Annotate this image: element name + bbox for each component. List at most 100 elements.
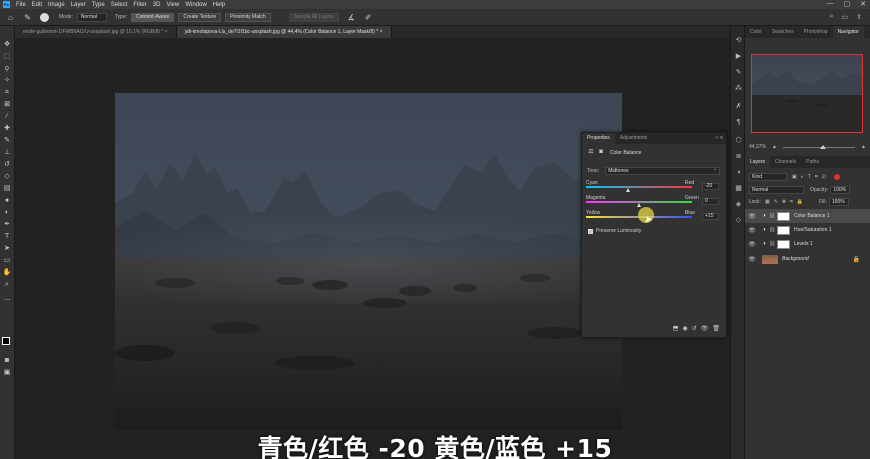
link-icon[interactable]: ⛓ bbox=[769, 241, 775, 247]
menu-view[interactable]: View bbox=[166, 2, 179, 8]
pressure-icon[interactable]: ✐ bbox=[364, 13, 373, 22]
visibility-eye-icon[interactable]: 👁 bbox=[745, 227, 759, 234]
tab-color[interactable]: Color bbox=[745, 26, 767, 38]
more-tools-icon[interactable]: ⋯ bbox=[2, 296, 12, 306]
channels-icon[interactable]: ◈ bbox=[734, 200, 743, 209]
menu-image[interactable]: Image bbox=[48, 2, 65, 8]
type-tool-icon[interactable]: T bbox=[2, 232, 12, 242]
brush-tool-icon[interactable]: ✎ bbox=[2, 136, 12, 146]
menu-help[interactable]: Help bbox=[213, 2, 225, 8]
delete-icon[interactable]: 🗑 bbox=[712, 325, 720, 332]
menu-edit[interactable]: Edit bbox=[32, 2, 42, 8]
layer-row[interactable]: 👁 ◑ ⛓ Color Balance 1 bbox=[745, 209, 870, 223]
sample-all-layers-checkbox[interactable]: Sample All Layers bbox=[288, 12, 339, 22]
adjust-icon[interactable]: ✎ bbox=[734, 68, 743, 77]
quick-mask-icon[interactable]: ◙ bbox=[2, 356, 12, 366]
spot-healing-brush-icon[interactable]: ✎ bbox=[23, 13, 32, 22]
visibility-toggle-icon[interactable]: 👁 bbox=[701, 325, 709, 332]
move-tool-icon[interactable]: ✥ bbox=[2, 40, 12, 50]
zoom-tool-icon[interactable]: ⌕ bbox=[2, 280, 12, 290]
lasso-tool-icon[interactable]: ϙ bbox=[2, 64, 12, 74]
content-aware-button[interactable]: Content-Aware bbox=[131, 12, 175, 22]
visibility-eye-icon[interactable]: 👁 bbox=[745, 213, 759, 220]
filter-icons[interactable]: ▣◐T⌗⊡ bbox=[792, 174, 830, 180]
blend-mode-select[interactable]: Normal bbox=[749, 185, 804, 194]
eyedropper-tool-icon[interactable]: ⁄ bbox=[2, 112, 12, 122]
layer-mask-thumbnail[interactable] bbox=[777, 239, 790, 249]
slider-knob[interactable] bbox=[626, 188, 631, 192]
layer-row[interactable]: 👁 Background 🔒 bbox=[745, 252, 870, 266]
lock-icons[interactable]: ▦✎✥⌗🔒 bbox=[765, 199, 807, 205]
paths-icon[interactable]: ◇ bbox=[734, 216, 743, 225]
glyphs-icon[interactable]: ✗ bbox=[734, 102, 743, 111]
filter-toggle-icon[interactable] bbox=[833, 173, 840, 180]
zoom-value[interactable]: 44,37% bbox=[749, 144, 766, 150]
view-previous-icon[interactable]: ◉ bbox=[682, 325, 687, 332]
proximity-match-button[interactable]: Proximity Match bbox=[225, 12, 271, 22]
quick-select-tool-icon[interactable]: ✧ bbox=[2, 76, 12, 86]
slider-value-input[interactable]: 0 bbox=[702, 198, 719, 205]
marquee-tool-icon[interactable]: ⬚ bbox=[2, 52, 12, 62]
zoom-slider[interactable] bbox=[782, 144, 856, 149]
zoom-slider-knob[interactable] bbox=[819, 144, 826, 149]
tab-paths[interactable]: Paths bbox=[801, 156, 824, 168]
tab-document-1[interactable]: emile-guillemot-1IFWB6ACrU-unsplash.jpg … bbox=[15, 26, 177, 38]
zoom-in-icon[interactable]: ▲ bbox=[861, 144, 866, 150]
layer-name[interactable]: Levels 1 bbox=[794, 241, 813, 247]
tab-document-2[interactable]: jafi-kmotapova-Lls_de7I1f1bc-unsplash.jp… bbox=[176, 26, 392, 38]
menu-filter[interactable]: Filter bbox=[133, 2, 146, 8]
menu-file[interactable]: File bbox=[16, 2, 26, 8]
paragraph-icon[interactable]: ¶ bbox=[734, 118, 743, 127]
zoom-out-icon[interactable]: ▲ bbox=[772, 144, 777, 150]
fill-input[interactable]: 100% bbox=[828, 197, 849, 206]
workspace-icon[interactable]: ▭ bbox=[842, 13, 849, 21]
brush-settings-icon[interactable]: ⁂ bbox=[734, 84, 743, 93]
play-actions-icon[interactable]: ▶ bbox=[734, 52, 743, 61]
menu-layer[interactable]: Layer bbox=[71, 2, 86, 8]
search-icon[interactable]: ⌕ bbox=[830, 13, 834, 21]
gradient-tool-icon[interactable]: ▤ bbox=[2, 184, 12, 194]
layer-name[interactable]: Background bbox=[782, 256, 809, 262]
brush-preset-picker[interactable] bbox=[40, 12, 49, 22]
pen-tool-icon[interactable]: ✒ bbox=[2, 220, 12, 230]
dodge-tool-icon[interactable]: ◐ bbox=[2, 208, 12, 218]
tab-photoshop[interactable]: Photoshop bbox=[799, 26, 833, 38]
slider-knob[interactable] bbox=[637, 203, 641, 207]
reset-icon[interactable]: ↺ bbox=[692, 325, 697, 332]
layer-mask-thumbnail[interactable] bbox=[777, 211, 790, 221]
tab-navigator[interactable]: Navigator bbox=[832, 26, 864, 38]
menu-type[interactable]: Type bbox=[92, 2, 105, 8]
minimize-icon[interactable]: — bbox=[827, 0, 834, 8]
eraser-tool-icon[interactable]: ◇ bbox=[2, 172, 12, 182]
clip-to-layer-icon[interactable]: ⬒ bbox=[673, 325, 679, 332]
hand-tool-icon[interactable]: ✋ bbox=[2, 268, 12, 278]
slider-value-input[interactable]: -20 bbox=[702, 183, 719, 190]
layer-mask-icon[interactable]: ◙ bbox=[597, 149, 605, 156]
mode-select[interactable]: Normal bbox=[76, 12, 107, 22]
panel-menu-icon[interactable]: ‹‹ ≡ bbox=[715, 135, 723, 141]
layer-name[interactable]: Color Balance 1 bbox=[794, 213, 830, 219]
lock-icon[interactable]: 🔒 bbox=[853, 256, 860, 263]
color-icon[interactable]: ◑ bbox=[734, 168, 743, 177]
history-icon[interactable]: ⟲ bbox=[734, 36, 743, 45]
properties-icon[interactable]: ≣ bbox=[734, 152, 743, 161]
maximize-icon[interactable]: ▢ bbox=[844, 0, 851, 8]
tab-channels[interactable]: Channels bbox=[770, 156, 801, 168]
rectangle-tool-icon[interactable]: ▭ bbox=[2, 256, 12, 266]
path-select-tool-icon[interactable]: ➤ bbox=[2, 244, 12, 254]
link-icon[interactable]: ⛓ bbox=[769, 213, 775, 219]
opacity-input[interactable]: 100% bbox=[830, 185, 851, 194]
tab-properties[interactable]: Properties bbox=[582, 133, 615, 144]
visibility-eye-icon[interactable]: 👁 bbox=[745, 241, 759, 248]
libraries-icon[interactable]: ▦ bbox=[734, 184, 743, 193]
history-brush-tool-icon[interactable]: ↺ bbox=[2, 160, 12, 170]
link-icon[interactable]: ⛓ bbox=[769, 227, 775, 233]
layer-mask-thumbnail[interactable] bbox=[777, 225, 790, 235]
layer-kind-filter[interactable]: Kind bbox=[749, 172, 787, 181]
frame-tool-icon[interactable]: ⊠ bbox=[2, 100, 12, 110]
slider-value-input[interactable]: +15 bbox=[702, 213, 719, 220]
background-thumbnail[interactable] bbox=[762, 254, 778, 264]
document-image[interactable] bbox=[115, 93, 622, 430]
tab-layers[interactable]: Layers bbox=[745, 156, 771, 168]
healing-brush-tool-icon[interactable]: ✚ bbox=[2, 124, 12, 134]
